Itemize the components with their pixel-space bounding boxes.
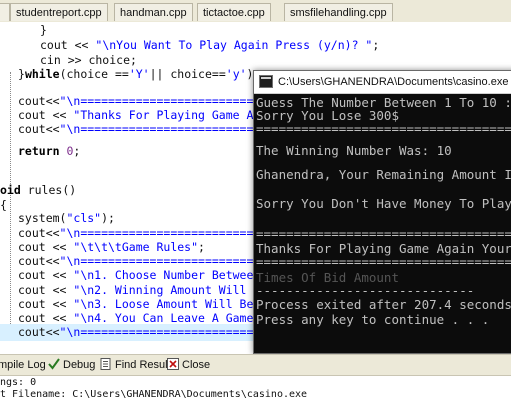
tab-partial[interactable] [0, 3, 10, 21]
code-line: { [0, 198, 7, 212]
bottom-panel-tabs: mpile Log Debug Find Results Close [0, 354, 511, 376]
tab-handman[interactable]: handman.cpp [114, 3, 193, 21]
code-line: oid rules() [0, 183, 77, 197]
code-line: return 0; [18, 144, 81, 158]
console-window[interactable]: C:\Users\GHANENDRA\Documents\casino.exe … [253, 70, 511, 354]
tab-studentreport[interactable]: studentreport.cpp [10, 3, 108, 21]
console-line: Press any key to continue . . . [256, 312, 490, 327]
console-line: =================================== [256, 121, 511, 136]
console-app-icon [259, 75, 273, 88]
console-title-bar[interactable]: C:\Users\GHANENDRA\Documents\casino.exe [254, 71, 511, 94]
console-output: Guess The Number Between 1 To 10 :2 Sorr… [254, 94, 511, 353]
tab-compile-log[interactable]: mpile Log [0, 357, 46, 374]
tab-smsfilehandling[interactable]: smsfilehandling.cpp [284, 3, 393, 21]
fold-guide [10, 72, 12, 332]
debug-check-icon [48, 358, 60, 370]
log-line-filename: t Filename: C:\Users\GHANENDRA\Documents… [0, 389, 308, 400]
close-icon [167, 358, 179, 370]
console-line: The Winning Number Was: 10 [256, 143, 452, 158]
code-line: }while(choice =='Y'|| choice=='y'); [18, 67, 260, 81]
log-line-warnings: ngs: 0 [0, 377, 37, 388]
tab-find-results[interactable]: Find Results [100, 357, 176, 374]
tab-tictactoe[interactable]: tictactoe.cpp [197, 3, 271, 21]
file-tab-bar: studentreport.cpp handman.cpp tictactoe.… [0, 0, 511, 23]
find-results-icon [100, 358, 112, 370]
tab-close[interactable]: Close [167, 357, 210, 374]
console-line: Ghanendra, Your Remaining Amount Is 0$ [256, 167, 511, 182]
console-title: C:\Users\GHANENDRA\Documents\casino.exe [278, 76, 509, 88]
compile-log-output: ngs: 0 t Filename: C:\Users\GHANENDRA\Do… [0, 376, 511, 400]
console-line: Sorry You Don't Have Money To Play [256, 196, 511, 211]
tab-debug[interactable]: Debug [48, 357, 95, 374]
